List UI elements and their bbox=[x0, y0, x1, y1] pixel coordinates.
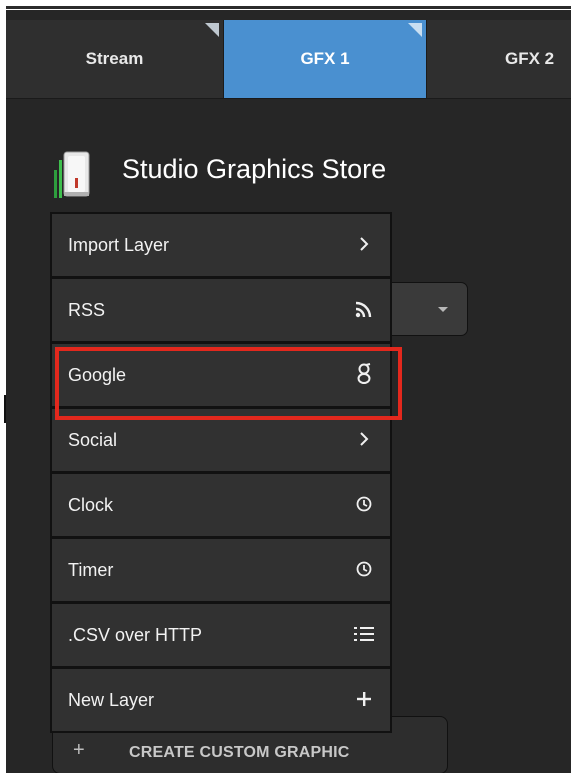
chevron-right-icon bbox=[352, 427, 376, 451]
menu-item-label: Social bbox=[68, 430, 118, 450]
add-layer-menu: Import Layer RSS Google Social Clock Tim… bbox=[50, 212, 392, 733]
tab-gfx-1[interactable]: GFX 1 bbox=[224, 20, 427, 98]
store-title: Studio Graphics Store bbox=[122, 154, 387, 184]
top-border bbox=[6, 6, 571, 9]
plus-icon: + bbox=[73, 739, 85, 761]
caret-down-icon bbox=[438, 307, 448, 312]
plus-icon bbox=[352, 687, 376, 711]
tab-label: Stream bbox=[85, 49, 144, 68]
list-icon bbox=[352, 622, 376, 646]
menu-item-google[interactable]: Google bbox=[52, 344, 390, 406]
tab-corner-icon bbox=[408, 23, 422, 37]
menu-item-label: Clock bbox=[68, 495, 114, 515]
clock-icon bbox=[352, 557, 376, 581]
menu-item-label: Import Layer bbox=[68, 235, 170, 255]
menu-item-label: RSS bbox=[68, 300, 106, 320]
menu-item-clock[interactable]: Clock bbox=[52, 474, 390, 536]
menu-item-timer[interactable]: Timer bbox=[52, 539, 390, 601]
menu-item-label: .CSV over HTTP bbox=[68, 625, 203, 645]
tab-gfx-2[interactable]: GFX 2 bbox=[427, 20, 571, 98]
chevron-right-icon bbox=[352, 232, 376, 256]
tab-bar: Stream GFX 1 GFX 2 bbox=[6, 20, 571, 98]
menu-item-label: Timer bbox=[68, 560, 114, 580]
rss-icon bbox=[352, 297, 376, 321]
tab-label: GFX 2 bbox=[505, 49, 555, 68]
clock-icon bbox=[352, 492, 376, 516]
menu-item-new-layer[interactable]: New Layer bbox=[52, 669, 390, 731]
menu-item-rss[interactable]: RSS bbox=[52, 279, 390, 341]
menu-item-social[interactable]: Social bbox=[52, 409, 390, 471]
menu-item-import-layer[interactable]: Import Layer bbox=[52, 214, 390, 276]
google-icon bbox=[352, 362, 376, 386]
tab-divider bbox=[6, 98, 571, 99]
tab-corner-icon bbox=[205, 23, 219, 37]
tab-stream[interactable]: Stream bbox=[6, 20, 224, 98]
graphics-panel: Stream GFX 1 GFX 2 Studio Graphics Store… bbox=[6, 10, 571, 773]
menu-item-csv-over-http[interactable]: .CSV over HTTP bbox=[52, 604, 390, 666]
menu-item-label: Google bbox=[68, 365, 127, 385]
store-app-icon bbox=[54, 151, 90, 198]
tab-label: GFX 1 bbox=[300, 49, 350, 68]
menu-item-label: New Layer bbox=[68, 690, 155, 710]
create-custom-graphic-label: CREATE CUSTOM GRAPHIC bbox=[129, 744, 350, 761]
top-strip bbox=[0, 0, 571, 10]
